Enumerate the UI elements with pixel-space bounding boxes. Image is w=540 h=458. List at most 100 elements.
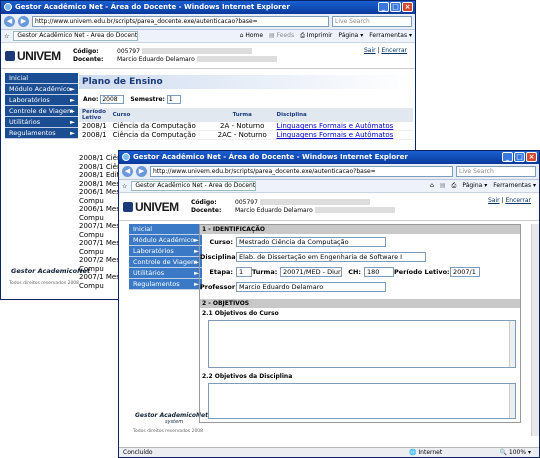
disciplina-field[interactable]: Elab. de Dissertação em Engenharia de So…: [236, 252, 426, 262]
print-icon[interactable]: ⎙: [452, 182, 457, 190]
menu-item-controle-viagem[interactable]: Controle de Viagem ►: [5, 106, 78, 117]
menu-item-utilitarios[interactable]: Utilitários ►: [129, 268, 202, 279]
tools-menu[interactable]: Ferramentas ▾: [369, 32, 412, 40]
print-button[interactable]: ⎙ Imprimir: [300, 32, 332, 40]
menu-label: Utilitários: [9, 118, 41, 126]
menu-item-laboratorios[interactable]: Laboratórios ►: [129, 246, 202, 257]
periodo-field[interactable]: 2007/1: [450, 267, 480, 277]
browser-tab[interactable]: Gestor Acadêmico Net - Área do Docente: [131, 181, 257, 191]
etapa-field[interactable]: 1: [236, 267, 252, 277]
feeds-label: Feeds: [276, 32, 295, 39]
semestre-input[interactable]: 1: [166, 95, 181, 104]
univem-logo: UNIVEM: [123, 200, 191, 214]
browser-tab[interactable]: Gestor Acadêmico Net - Área do Docente: [13, 31, 139, 41]
title-bar[interactable]: Gestor Acadêmico Net - Área do Docente -…: [1, 1, 415, 14]
table-row: 2008/1 Ciência da Computação 2AC - Noturno…: [79, 130, 413, 140]
codigo-label: Código:: [191, 198, 217, 206]
objetivos-curso-textarea[interactable]: [208, 320, 516, 368]
zoom-level[interactable]: 🔍 100% ▾: [500, 448, 531, 457]
turma-field[interactable]: 20071/MED - Diurno: [280, 267, 342, 277]
minimize-button[interactable]: _: [502, 152, 513, 162]
home-icon[interactable]: ⌂: [430, 182, 434, 190]
back-arrow-icon[interactable]: ◀: [122, 166, 133, 177]
gestor-logo: Gestor AcademicoNet: [135, 412, 208, 419]
textarea-scrollbar[interactable]: [509, 321, 515, 367]
minimize-button[interactable]: _: [378, 2, 389, 12]
favorites-star-icon[interactable]: ☆: [122, 183, 127, 190]
gestor-logo-sub: system: [165, 419, 184, 425]
docente-label: Docente:: [73, 55, 104, 63]
table-row: 2008/1 Ciência da Computação 2A - Noturno L…: [79, 122, 413, 131]
menu-item-regulamentos[interactable]: Regulamentos ►: [5, 128, 78, 139]
cell: 2A - Noturno: [210, 122, 274, 131]
menu-item-modulo-academico[interactable]: Módulo Acadêmico ►: [5, 84, 78, 95]
feeds-button[interactable]: ▤ Feeds: [269, 32, 294, 40]
address-bar[interactable]: http://www.univem.edu.br/scripts/parea_d…: [150, 166, 453, 177]
menu-item-laboratorios[interactable]: Laboratórios ►: [5, 95, 78, 106]
forward-arrow-icon[interactable]: ▶: [136, 166, 147, 177]
disciplina-label: Disciplina:: [200, 253, 239, 261]
menu-item-inicial[interactable]: Inicial: [129, 224, 202, 235]
menu-item-controle-viagem[interactable]: Controle de Viagem ►: [129, 257, 202, 268]
codigo-value: 005797: [117, 47, 140, 55]
page-title: Plano de Ensino: [79, 75, 413, 89]
periodo-label: Período Letivo:: [394, 268, 450, 276]
docente-label: Docente:: [191, 206, 222, 214]
search-box[interactable]: Live Search: [456, 166, 536, 177]
cell: Ciência da Computação: [109, 122, 211, 131]
disciplina-link[interactable]: Linguagens Formais e Autômatos: [277, 131, 394, 139]
forward-arrow-icon[interactable]: ▶: [18, 16, 29, 27]
title-bar[interactable]: Gestor Acadêmico Net - Área do Docente -…: [119, 151, 539, 164]
feeds-icon[interactable]: ▤: [440, 182, 446, 190]
curso-field[interactable]: Mestrado Ciência da Computação: [236, 237, 386, 247]
window-title: Gestor Acadêmico Net - Área do Docente -…: [133, 153, 408, 161]
curso-label: Curso:: [209, 238, 233, 246]
page-menu[interactable]: Página ▾: [338, 32, 363, 40]
menu-item-inicial[interactable]: Inicial: [5, 73, 78, 84]
redacted-bar: [196, 56, 277, 62]
ano-input[interactable]: 2008: [100, 95, 125, 104]
tools-menu[interactable]: Ferramentas ▾: [493, 182, 536, 190]
docente-value: Marcio Eduardo Delamaro: [117, 55, 195, 63]
sair-link[interactable]: Sair: [488, 197, 500, 204]
back-arrow-icon[interactable]: ◀: [4, 16, 15, 27]
etapa-label: Etapa:: [209, 268, 233, 276]
codigo-label: Código:: [73, 47, 99, 55]
menu-item-utilitarios[interactable]: Utilitários ►: [5, 117, 78, 128]
search-box[interactable]: Live Search: [332, 16, 412, 27]
univem-logo: UNIVEM: [5, 49, 73, 63]
professor-field[interactable]: Marcio Eduardo Delamaro: [236, 282, 386, 292]
textarea-scrollbar[interactable]: [509, 384, 515, 418]
close-button[interactable]: ×: [402, 2, 413, 12]
sair-link[interactable]: Sair: [364, 47, 376, 54]
menu-label: Laboratórios: [9, 96, 50, 104]
cell: 2008/1: [79, 130, 110, 140]
disciplina-link[interactable]: Linguagens Formais e Autômatos: [277, 122, 394, 130]
page-label: Página: [338, 32, 359, 39]
address-bar[interactable]: http://www.univem.edu.br/scripts/parea_d…: [32, 16, 329, 27]
menu-label: Regulamentos: [9, 129, 56, 137]
encerrar-link[interactable]: Encerrar: [381, 47, 407, 54]
menu-item-modulo-academico[interactable]: Módulo Acadêmico ►: [129, 235, 202, 246]
col-header: Curso: [109, 108, 211, 122]
codigo-value: 005797: [235, 198, 258, 206]
ch-label: CH:: [348, 268, 361, 276]
home-label: Home: [245, 32, 264, 39]
page-scrollbar[interactable]: [531, 224, 539, 436]
menu-label: Regulamentos: [133, 280, 180, 288]
menu-item-regulamentos[interactable]: Regulamentos ►: [129, 279, 202, 290]
ch-field[interactable]: 180: [364, 267, 394, 277]
encerrar-link[interactable]: Encerrar: [505, 197, 531, 204]
favorites-star-icon[interactable]: ☆: [4, 33, 9, 40]
turma-label: Turma:: [252, 268, 278, 276]
page-menu[interactable]: Página ▾: [462, 182, 487, 190]
logo-text: UNIVEM: [17, 48, 61, 63]
close-button[interactable]: ×: [526, 152, 537, 162]
maximize-button[interactable]: □: [390, 2, 401, 12]
sidebar-menu: Inicial Módulo Acadêmico ► Laboratórios ► …: [129, 224, 208, 446]
objetivos-disciplina-textarea[interactable]: [208, 383, 516, 419]
section-identificacao: 1 - IDENTIFICAÇÃO: [200, 225, 520, 234]
menu-label: Controle de Viagem: [9, 107, 74, 115]
maximize-button[interactable]: □: [514, 152, 525, 162]
home-button[interactable]: ⌂ Home: [240, 32, 263, 40]
